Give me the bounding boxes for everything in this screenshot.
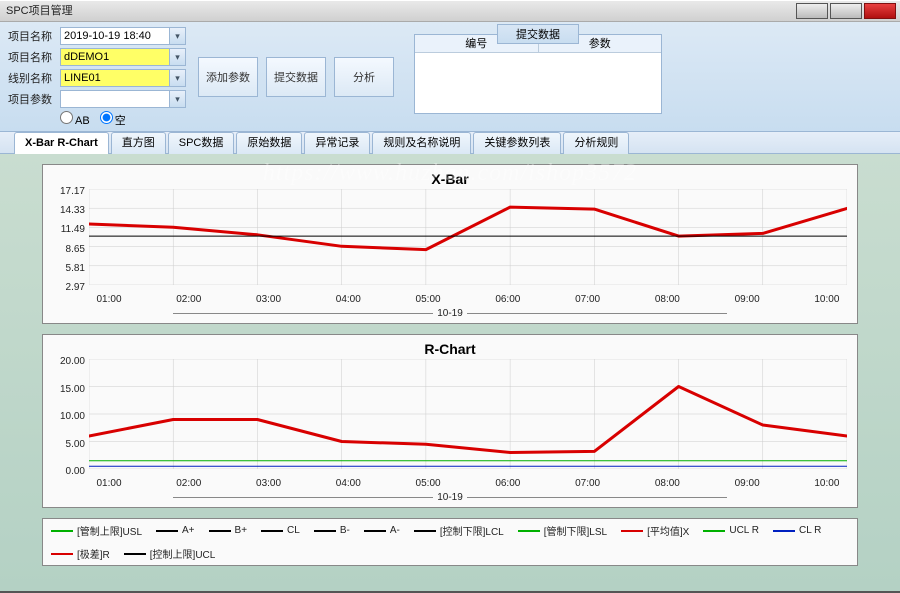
- close-button[interactable]: [864, 3, 896, 19]
- maximize-button[interactable]: [830, 3, 862, 19]
- radio-empty[interactable]: 空: [100, 111, 126, 128]
- minimize-button[interactable]: [796, 3, 828, 19]
- chevron-down-icon[interactable]: ▾: [169, 49, 185, 65]
- tab-4[interactable]: 异常记录: [304, 132, 370, 154]
- project-select[interactable]: dDEMO1 ▾: [60, 48, 186, 66]
- legend-item: [控制下限]LCL: [414, 523, 504, 538]
- xbar-chart: X-Bar17.1714.3311.498.655.812.9701:0002:…: [42, 164, 858, 324]
- legend-item: [控制上限]UCL: [124, 546, 216, 561]
- tab-6[interactable]: 关键参数列表: [473, 132, 561, 154]
- legend-item: A-: [364, 523, 400, 538]
- chevron-down-icon[interactable]: ▾: [169, 91, 185, 107]
- window-title: SPC项目管理: [6, 5, 73, 17]
- param-select[interactable]: ▾: [60, 90, 186, 108]
- legend-item: [管制上限]USL: [51, 523, 142, 538]
- label-line: 线别名称: [8, 70, 60, 86]
- legend-item: UCL R: [703, 523, 759, 538]
- label-project: 项目名称: [8, 49, 60, 65]
- title-bar: SPC项目管理: [0, 0, 900, 22]
- tab-0[interactable]: X-Bar R-Chart: [14, 132, 109, 154]
- submit-data-box: 提交数据 编号 参数: [414, 26, 662, 127]
- line-select[interactable]: LINE01 ▾: [60, 69, 186, 87]
- radio-ab[interactable]: AB: [60, 111, 90, 127]
- label-param: 项目参数: [8, 91, 60, 107]
- chart-area: https://www.huzhan.com/ishop3572 X-Bar17…: [0, 154, 900, 591]
- tab-bar: X-Bar R-Chart直方图SPC数据原始数据异常记录规则及名称说明关键参数…: [0, 132, 900, 154]
- top-panel: 项目名称 2019-10-19 18:40 ▾ 项目名称 dDEMO1 ▾ 线别…: [0, 22, 900, 132]
- submit-data-button[interactable]: 提交数据: [266, 57, 326, 97]
- tab-7[interactable]: 分析规则: [563, 132, 629, 154]
- legend-item: [管制下限]LSL: [518, 523, 607, 538]
- tab-2[interactable]: SPC数据: [168, 132, 235, 154]
- legend-item: B-: [314, 523, 350, 538]
- legend-item: CL: [261, 523, 300, 538]
- tab-3[interactable]: 原始数据: [236, 132, 302, 154]
- legend-item: B+: [209, 523, 248, 538]
- calendar-icon[interactable]: ▾: [169, 28, 185, 44]
- add-param-button[interactable]: 添加参数: [198, 57, 258, 97]
- legend-item: A+: [156, 523, 195, 538]
- chart-title: X-Bar: [43, 171, 857, 187]
- legend-item: [极差]R: [51, 546, 110, 561]
- submit-box-caption: 提交数据: [497, 24, 579, 44]
- submit-table[interactable]: 编号 参数: [414, 34, 662, 114]
- label-datetime: 项目名称: [8, 28, 60, 44]
- form: 项目名称 2019-10-19 18:40 ▾ 项目名称 dDEMO1 ▾ 线别…: [8, 26, 186, 127]
- chart-title: R-Chart: [43, 341, 857, 357]
- legend-item: CL R: [773, 523, 821, 538]
- datetime-field[interactable]: 2019-10-19 18:40 ▾: [60, 27, 186, 45]
- legend: [管制上限]USL A+ B+ CL B- A- [控制下限]LCL [管制下限]LSL [平均…: [42, 518, 858, 566]
- tab-5[interactable]: 规则及名称说明: [372, 132, 471, 154]
- legend-item: [平均值]X: [621, 523, 689, 538]
- r-chart: R-Chart20.0015.0010.005.000.0001:0002:00…: [42, 334, 858, 508]
- analyze-button[interactable]: 分析: [334, 57, 394, 97]
- chevron-down-icon[interactable]: ▾: [169, 70, 185, 86]
- tab-1[interactable]: 直方图: [111, 132, 166, 154]
